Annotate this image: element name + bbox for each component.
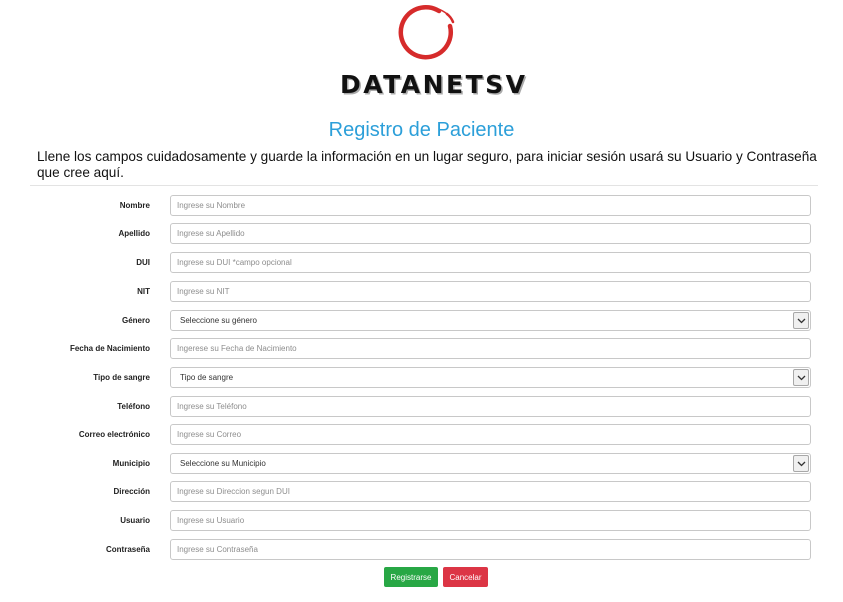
page-title: Registro de Paciente (328, 119, 515, 141)
telefono-label: Teléfono (117, 402, 150, 411)
direccion-input[interactable] (170, 481, 811, 502)
row-telefono: Teléfono (0, 396, 843, 418)
row-municipio: Municipio Seleccione su Municipio (0, 453, 843, 475)
logo-text: DATANETSV (340, 70, 528, 99)
nit-label: NIT (137, 287, 150, 296)
apellido-input[interactable] (170, 223, 811, 244)
register-button[interactable]: Registrarse (384, 567, 438, 587)
telefono-input[interactable] (170, 396, 811, 417)
municipio-selected-value: Seleccione su Municipio (180, 459, 266, 468)
nombre-input[interactable] (170, 195, 811, 216)
logo-ring-icon (398, 5, 455, 60)
row-contrasena: Contraseña (0, 539, 843, 561)
genero-select[interactable]: Seleccione su género (170, 310, 811, 331)
genero-label: Género (121, 316, 150, 325)
usuario-label: Usuario (120, 516, 150, 525)
divider (30, 185, 818, 186)
nombre-label: Nombre (119, 201, 150, 210)
chevron-down-icon[interactable] (793, 312, 809, 329)
tipo-sangre-selected-value: Tipo de sangre (180, 373, 234, 382)
municipio-label: Municipio (112, 459, 150, 468)
nit-input[interactable] (170, 281, 811, 302)
intro-text: Llene los campos cuidadosamente y guarde… (37, 149, 817, 180)
dui-label: DUI (136, 258, 150, 267)
contrasena-label: Contraseña (105, 545, 150, 554)
tipo-sangre-label: Tipo de sangre (93, 373, 150, 382)
row-direccion: Dirección (0, 481, 843, 503)
fecha-nacimiento-input[interactable] (170, 338, 811, 359)
contrasena-input[interactable] (170, 539, 811, 560)
apellido-label: Apellido (118, 229, 150, 238)
genero-selected-value: Seleccione su género (180, 316, 257, 325)
logo: DATANETSV (340, 4, 528, 100)
row-apellido: Apellido (0, 223, 843, 245)
municipio-select[interactable]: Seleccione su Municipio (170, 453, 811, 474)
correo-label: Correo electrónico (78, 430, 150, 439)
tipo-sangre-select[interactable]: Tipo de sangre (170, 367, 811, 388)
row-nit: NIT (0, 281, 843, 303)
dui-input[interactable] (170, 252, 811, 273)
row-dui: DUI (0, 252, 843, 274)
row-nombre: Nombre (0, 195, 843, 217)
chevron-down-icon[interactable] (793, 455, 809, 472)
correo-input[interactable] (170, 424, 811, 445)
direccion-label: Dirección (113, 487, 150, 496)
row-tipo-sangre: Tipo de sangre Tipo de sangre (0, 367, 843, 389)
row-fecha-nacimiento: Fecha de Nacimiento (0, 338, 843, 360)
row-correo: Correo electrónico (0, 424, 843, 446)
row-usuario: Usuario (0, 510, 843, 532)
cancel-button[interactable]: Cancelar (443, 567, 488, 587)
row-genero: Género Seleccione su género (0, 310, 843, 332)
fecha-nacimiento-label: Fecha de Nacimiento (69, 344, 150, 353)
chevron-down-icon[interactable] (793, 369, 809, 386)
usuario-input[interactable] (170, 510, 811, 531)
